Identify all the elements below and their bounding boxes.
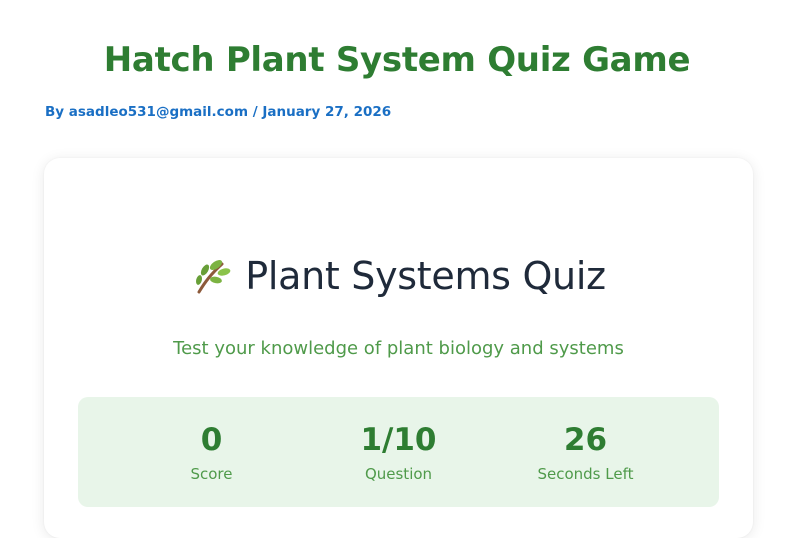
question-value: 1/10 [360,422,437,458]
quiz-subtitle: Test your knowledge of plant biology and… [173,338,624,359]
question-label: Question [364,465,433,483]
quiz-card: Plant Systems Quiz Test your knowledge o… [44,158,753,538]
score-label: Score [190,465,233,483]
quiz-heading: Plant Systems Quiz [44,254,753,298]
post-byline[interactable]: By asadleo531@gmail.com / January 27, 20… [45,104,391,120]
question-stat: 1/10 Question [319,397,479,483]
herb-leaf-icon [191,256,231,296]
score-stat: 0 Score [132,397,292,483]
timer-label: Seconds Left [537,465,634,483]
quiz-title: Plant Systems Quiz [245,254,606,298]
stats-panel: 0 Score 1/10 Question 26 Seconds Left [78,397,719,507]
timer-value: 26 [563,422,608,458]
score-value: 0 [200,422,223,458]
page-title: Hatch Plant System Quiz Game [103,40,691,80]
timer-stat: 26 Seconds Left [506,397,666,483]
